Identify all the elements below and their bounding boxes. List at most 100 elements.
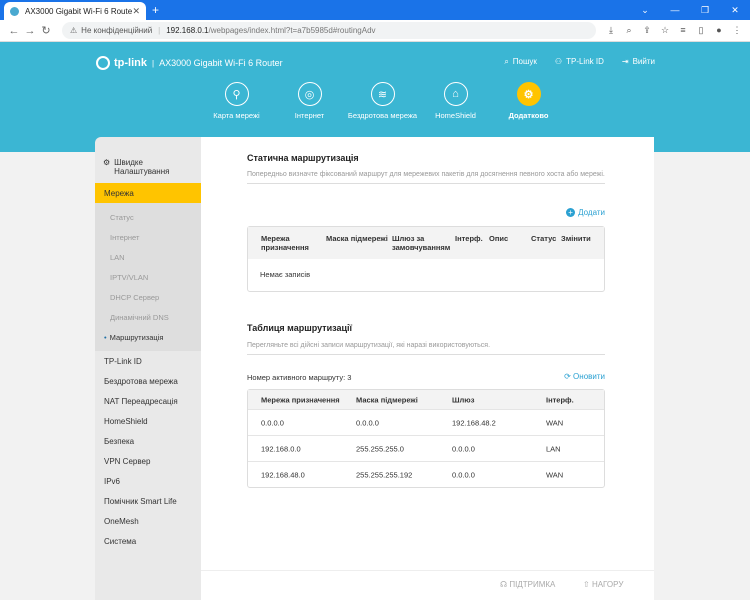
sidebar-item-ipv6[interactable]: IPv6 (95, 471, 201, 491)
sidebar-item-wireless[interactable]: Бездротова мережа (95, 371, 201, 391)
forward-icon[interactable]: → (22, 25, 38, 37)
nav-label: Додатково (508, 111, 549, 120)
toolbar-icons: ⤓ ⌕ ⇪ ☆ ≡ ▯ ● ⋮ (604, 25, 744, 36)
nav-advanced[interactable]: ⚙ Додатково (492, 82, 565, 120)
tab-title: AX3000 Gigabit Wi-Fi 6 Router (25, 6, 133, 16)
col-destination: Мережа призначення (261, 234, 309, 252)
share-icon[interactable]: ⇪ (640, 25, 654, 36)
tplink-logo-icon (96, 56, 110, 70)
sidebar-item-smart-life[interactable]: Помічник Smart Life (95, 491, 201, 511)
active-route-count: Номер активного маршруту: 3 (247, 373, 352, 382)
sidebar-item-system[interactable]: Система (95, 531, 201, 551)
col-description: Опис (489, 234, 509, 243)
col-subnet-mask: Маска підмережі (356, 395, 418, 404)
routing-table-title: Таблиця маршрутизації (247, 323, 353, 333)
sidebar-sub-lan[interactable]: LAN (95, 247, 201, 267)
address-bar: ← → ↻ ⚠ Не конфіденційний | 192.168.0.1 … (0, 20, 750, 42)
table-row: 192.168.48.0 255.255.255.192 0.0.0.0 WAN (248, 462, 604, 488)
nav-wireless[interactable]: ≋ Бездротова мережа (346, 82, 419, 120)
profile-icon[interactable]: ● (712, 25, 726, 36)
col-interface: Інтерф. (546, 395, 574, 404)
nav-network-map[interactable]: ⚲ Карта мережі (200, 82, 273, 120)
col-modify: Змінити (561, 234, 591, 243)
nav-label: Карта мережі (213, 111, 260, 120)
nav-internet[interactable]: ◎ Інтернет (273, 82, 346, 120)
zoom-icon[interactable]: ⌕ (622, 25, 636, 36)
close-icon[interactable]: ✕ (720, 0, 750, 20)
sidebar-sub-status[interactable]: Статус (95, 207, 201, 227)
sidebar-sub-internet[interactable]: Інтернет (95, 227, 201, 247)
refresh-button[interactable]: ⟳ Оновити (564, 372, 605, 381)
cell-gateway: 192.168.48.2 (452, 418, 496, 427)
main-panel: Статична маршрутизація Попередньо визнач… (201, 137, 654, 570)
window-controls: ⌄ — ❐ ✕ (630, 0, 750, 20)
network-map-icon: ⚲ (224, 82, 249, 106)
homeshield-icon: ⌂ (443, 82, 468, 106)
cell-interface: WAN (546, 470, 564, 480)
router-header: tp-link | AX3000 Gigabit Wi-Fi 6 Router … (0, 42, 750, 152)
sidebar-item-vpn[interactable]: VPN Сервер (95, 451, 201, 471)
nav-label: Бездротова мережа (347, 111, 418, 120)
sidebar-item-homeshield[interactable]: HomeShield (95, 411, 201, 431)
sidebar-sub-ddns[interactable]: Динамічний DNS (95, 307, 201, 327)
minimize-icon[interactable]: — (660, 0, 690, 20)
url-path: /webpages/index.html?t=a7b5985d#routingA… (208, 26, 376, 35)
headset-icon: ☊ (500, 580, 508, 589)
page-footer: ☊ ПІДТРИМКА ⇧ НАГОРУ (201, 570, 654, 600)
chevron-down-icon[interactable]: ⌄ (630, 0, 660, 20)
sidebar-item-security[interactable]: Безпека (95, 431, 201, 451)
maximize-icon[interactable]: ❐ (690, 0, 720, 20)
tplink-logo[interactable]: tp-link | AX3000 Gigabit Wi-Fi 6 Router (96, 56, 283, 70)
add-route-button[interactable]: + Додати (566, 208, 605, 217)
quick-setup-link[interactable]: ⚙ Швидке Налаштування (95, 137, 201, 183)
col-destination: Мережа призначення (261, 395, 340, 404)
wifi-icon: ≋ (370, 82, 395, 106)
search-link[interactable]: ⌕ Пошук (504, 57, 537, 67)
col-gateway: Шлюз за замовчуванням (392, 234, 451, 252)
sidebar-sub-dhcp[interactable]: DHCP Сервер (95, 287, 201, 307)
sidebar-sub-routing[interactable]: Маршрутизація (95, 327, 201, 347)
add-route-label: Додати (578, 208, 605, 217)
back-to-top-link[interactable]: ⇧ НАГОРУ (583, 580, 623, 589)
network-submenu: Статус Інтернет LAN IPTV/VLAN DHCP Серве… (95, 203, 201, 351)
logout-link[interactable]: ⇥ Вийти (622, 57, 655, 67)
bookmark-star-icon[interactable]: ☆ (658, 25, 672, 36)
warning-icon[interactable]: ⚠ (70, 26, 77, 35)
security-label[interactable]: Не конфіденційний (81, 26, 152, 35)
browser-tab[interactable]: AX3000 Gigabit Wi-Fi 6 Router ✕ (4, 2, 146, 20)
cell-interface: WAN (546, 418, 564, 427)
cell-gateway: 0.0.0.0 (452, 444, 475, 453)
logo-divider: | (152, 58, 155, 68)
tab-close-icon[interactable]: ✕ (132, 6, 140, 17)
tplink-id-link-label: TP-Link ID (566, 57, 604, 66)
cell-destination: 192.168.48.0 (261, 470, 305, 480)
nav-homeshield[interactable]: ⌂ HomeShield (419, 82, 492, 120)
side-panel-icon[interactable]: ▯ (694, 25, 708, 36)
sidebar-item-network[interactable]: Мережа (95, 183, 201, 203)
cell-mask: 0.0.0.0 (356, 418, 379, 427)
sidebar-sub-iptv[interactable]: IPTV/VLAN (95, 267, 201, 287)
col-status: Статус (531, 234, 557, 243)
sidebar-item-onemesh[interactable]: OneMesh (95, 511, 201, 531)
sidebar-item-nat[interactable]: NAT Переадресація (95, 391, 201, 411)
url-input[interactable]: ⚠ Не конфіденційний | 192.168.0.1 /webpa… (62, 22, 596, 39)
tplink-id-link[interactable]: ⚇ TP-Link ID (555, 57, 604, 67)
menu-icon[interactable]: ⋮ (730, 25, 744, 36)
col-gateway: Шлюз (452, 395, 475, 404)
reload-icon[interactable]: ↻ (38, 24, 54, 37)
back-icon[interactable]: ← (6, 25, 22, 37)
brand-name: tp-link (114, 57, 147, 69)
new-tab-button[interactable]: + (152, 3, 159, 17)
static-routes-table: Мережа призначення Маска підмережі Шлюз … (247, 226, 605, 292)
reading-list-icon[interactable]: ≡ (676, 25, 690, 36)
support-label: ПІДТРИМКА (509, 580, 556, 589)
browser-tab-bar: AX3000 Gigabit Wi-Fi 6 Router ✕ + ⌄ — ❐ … (0, 0, 750, 20)
support-link[interactable]: ☊ ПІДТРИМКА (500, 580, 555, 589)
url-host: 192.168.0.1 (166, 26, 209, 35)
download-icon[interactable]: ⤓ (604, 25, 618, 36)
nav-label: Інтернет (294, 111, 325, 120)
logout-icon: ⇥ (621, 57, 629, 66)
back-to-top-label: НАГОРУ (591, 580, 624, 589)
sidebar-item-tplink-id[interactable]: TP-Link ID (95, 351, 201, 371)
cell-destination: 192.168.0.0 (261, 444, 301, 453)
